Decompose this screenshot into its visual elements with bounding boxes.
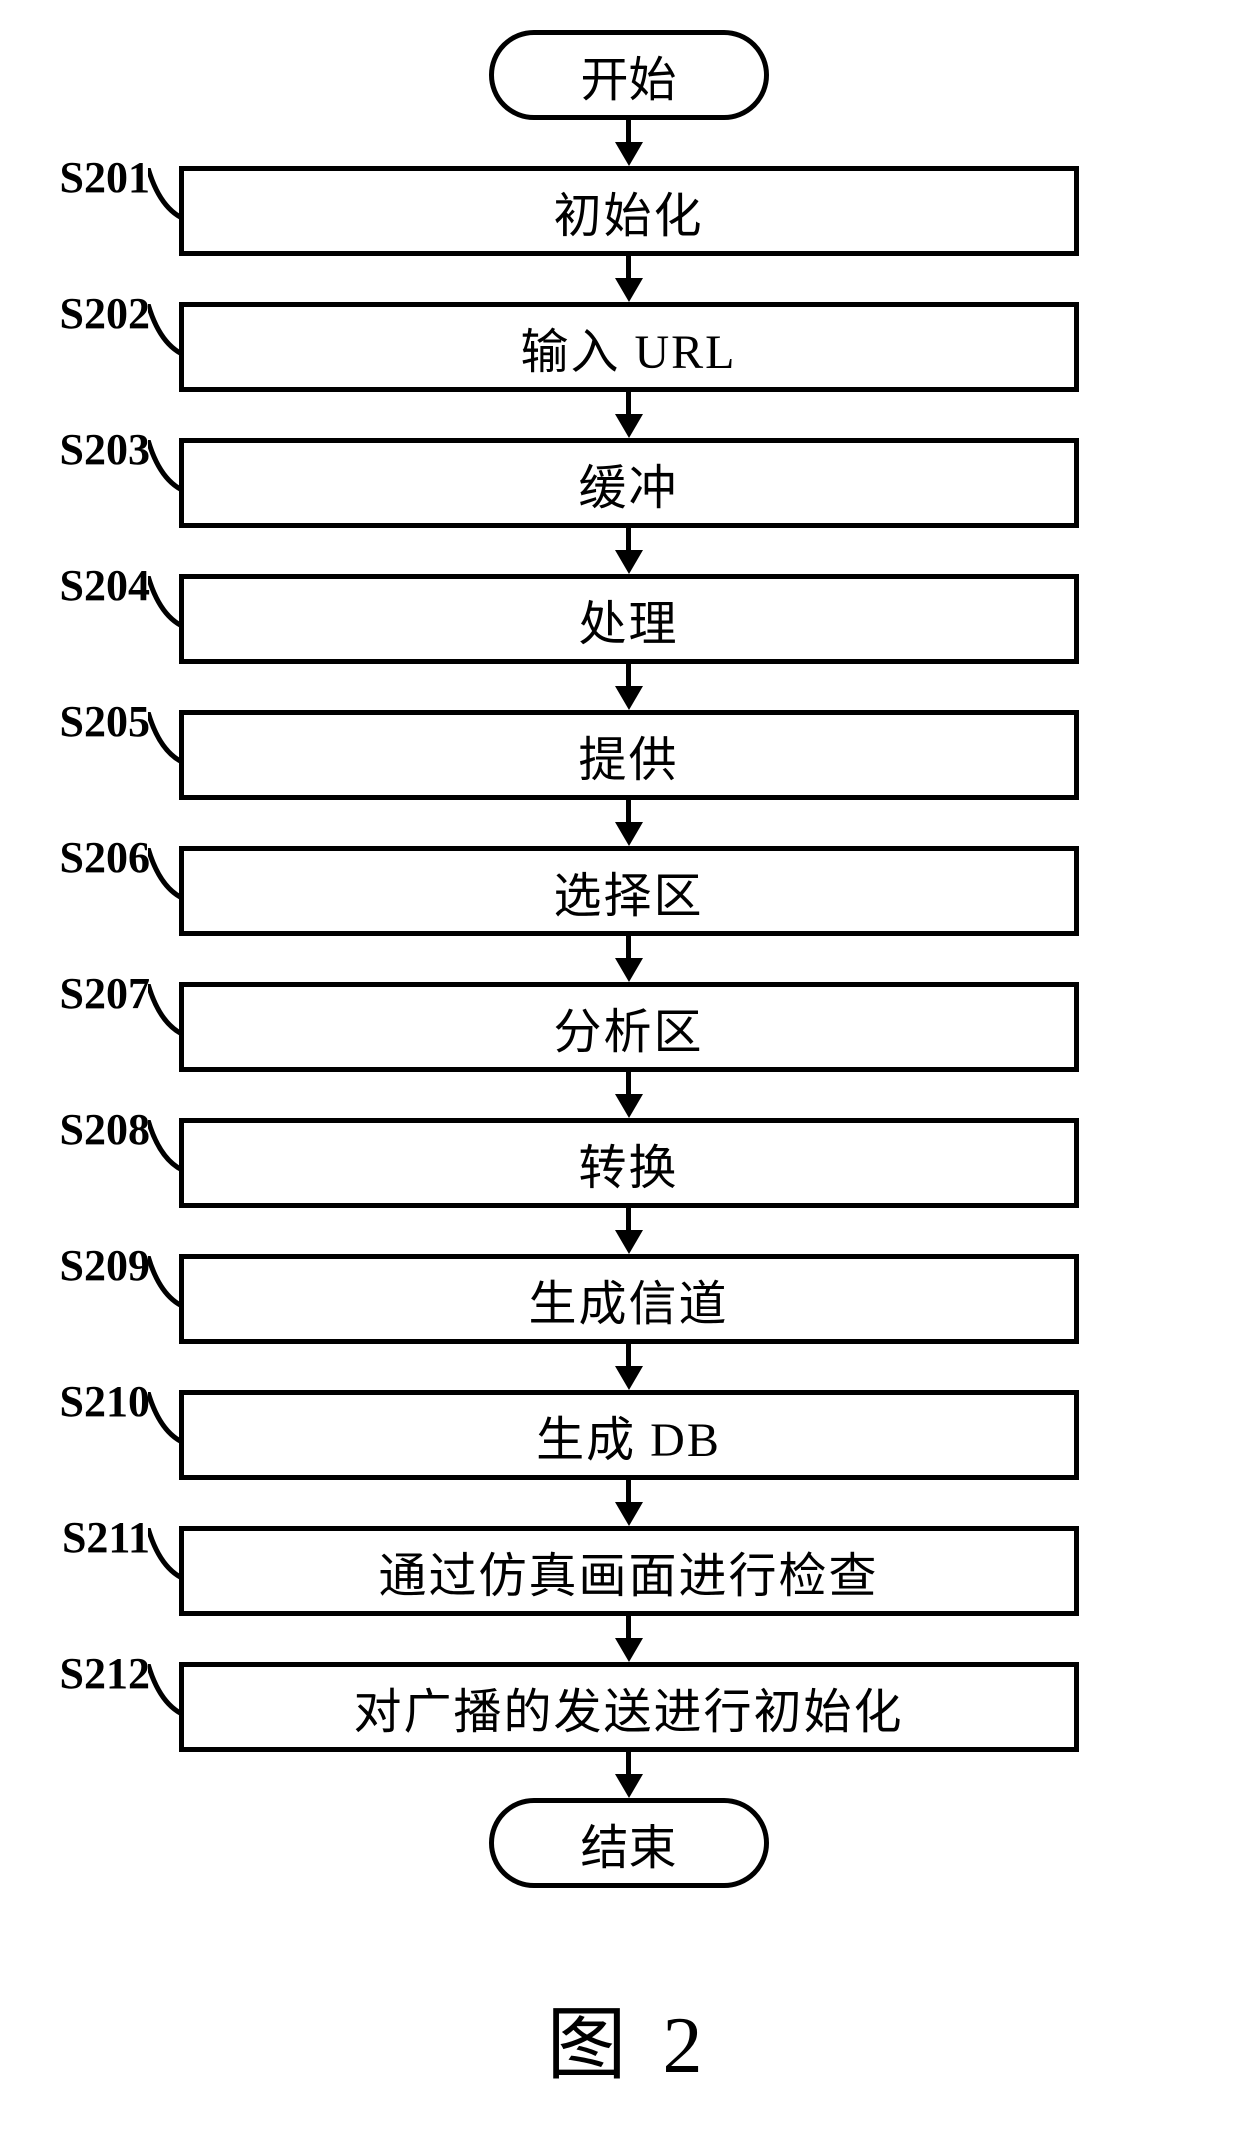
process-label: 转换 [578, 1128, 678, 1198]
arrow [609, 1072, 649, 1118]
step-id-s201: S201 [10, 152, 150, 203]
step-id-s205: S205 [10, 696, 150, 747]
process-box: 对广播的发送进行初始化 [179, 1662, 1079, 1752]
step-id-s209: S209 [10, 1240, 150, 1291]
process-box: 生成信道 [179, 1254, 1079, 1344]
process-label: 缓冲 [578, 448, 678, 518]
process-label: 分析区 [553, 992, 703, 1062]
process-label: 生成信道 [528, 1264, 728, 1334]
process-label: 初始化 [553, 176, 703, 246]
process-box: 缓冲 [179, 438, 1079, 528]
terminator-start: 开始 [489, 30, 769, 120]
process-label: 对广播的发送进行初始化 [353, 1672, 903, 1742]
process-label: 选择区 [553, 856, 703, 926]
process-box: 转换 [179, 1118, 1079, 1208]
arrow [609, 1208, 649, 1254]
arrow [609, 120, 649, 166]
process-label: 通过仿真画面进行检查 [378, 1536, 878, 1606]
step-id-s207: S207 [10, 968, 150, 1019]
arrow [609, 1480, 649, 1526]
arrow [609, 664, 649, 710]
arrow [609, 800, 649, 846]
arrow [609, 528, 649, 574]
step-id-s212: S212 [10, 1648, 150, 1699]
arrow [609, 392, 649, 438]
step-id-s204: S204 [10, 560, 150, 611]
arrow [609, 1752, 649, 1798]
process-label: 生成 DB [536, 1400, 721, 1470]
process-box: 选择区 [179, 846, 1079, 936]
process-box: 提供 [179, 710, 1079, 800]
step-id-s206: S206 [10, 832, 150, 883]
arrow [609, 256, 649, 302]
flowchart-canvas: 开始 S201 初始化 S202 输入 URL S203 缓冲 S204 处理 [0, 0, 1257, 2146]
process-box: 生成 DB [179, 1390, 1079, 1480]
step-id-s203: S203 [10, 424, 150, 475]
figure-caption: 图 2 [547, 1980, 711, 2096]
process-box: 输入 URL [179, 302, 1079, 392]
process-box: 处理 [179, 574, 1079, 664]
process-box: 初始化 [179, 166, 1079, 256]
step-id-s202: S202 [10, 288, 150, 339]
step-id-s210: S210 [10, 1376, 150, 1427]
step-id-s211: S211 [10, 1512, 150, 1563]
process-label: 处理 [578, 584, 678, 654]
terminator-start-label: 开始 [580, 40, 676, 110]
process-box: 分析区 [179, 982, 1079, 1072]
process-label: 输入 URL [520, 312, 736, 382]
terminator-end-label: 结束 [580, 1808, 676, 1878]
process-box: 通过仿真画面进行检查 [179, 1526, 1079, 1616]
arrow [609, 1344, 649, 1390]
process-label: 提供 [578, 720, 678, 790]
arrow [609, 1616, 649, 1662]
step-id-s208: S208 [10, 1104, 150, 1155]
terminator-end: 结束 [489, 1798, 769, 1888]
arrow [609, 936, 649, 982]
